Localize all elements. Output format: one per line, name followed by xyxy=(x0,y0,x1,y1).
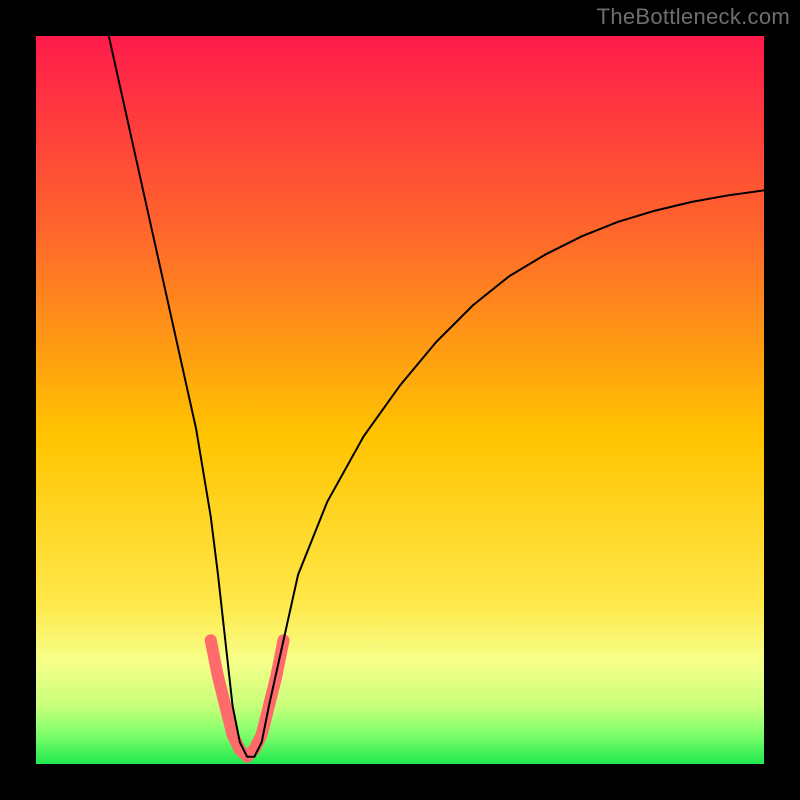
plot-area xyxy=(36,36,764,764)
chart-frame: TheBottleneck.com xyxy=(0,0,800,800)
gradient-background xyxy=(36,36,764,764)
watermark-text: TheBottleneck.com xyxy=(597,4,790,30)
plot-svg xyxy=(36,36,764,764)
